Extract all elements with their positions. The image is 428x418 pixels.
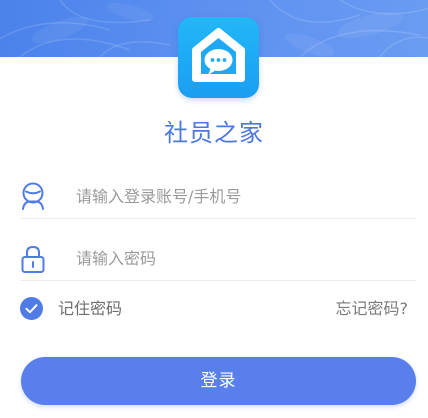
lock-icon: [20, 244, 46, 274]
login-button[interactable]: 登录: [21, 357, 416, 405]
remember-row: 记住密码 忘记密码?: [20, 296, 416, 322]
app-logo: [178, 17, 259, 98]
check-icon: [25, 304, 38, 314]
remember-password-label[interactable]: 记住密码: [58, 296, 122, 322]
chat-bubble-house-icon: [192, 28, 245, 82]
username-field: [20, 174, 416, 219]
username-input[interactable]: [76, 180, 406, 212]
password-field: [20, 236, 416, 281]
app-title: 社员之家: [164, 119, 264, 147]
user-icon: [20, 182, 46, 212]
remember-password-checkbox[interactable]: [20, 297, 43, 320]
password-input[interactable]: [76, 242, 406, 274]
forgot-password-link[interactable]: 忘记密码?: [336, 296, 409, 322]
